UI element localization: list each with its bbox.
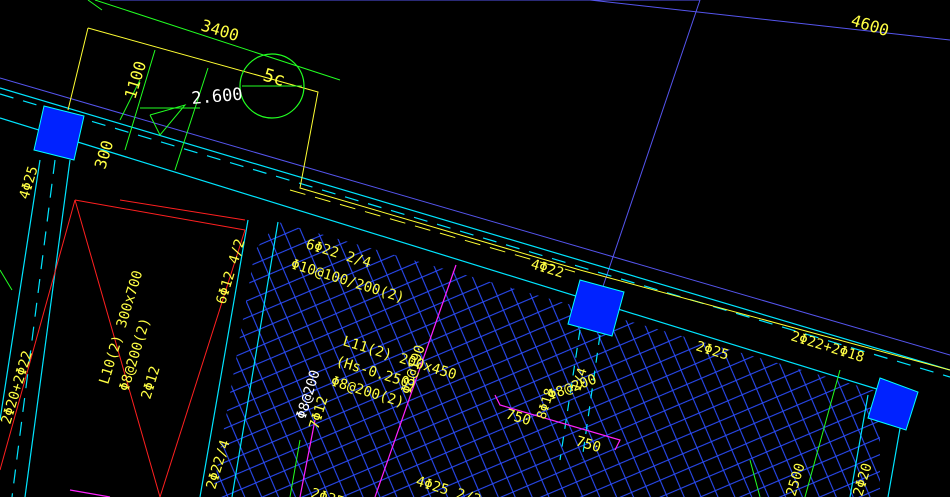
rebar-6phi12: 6Φ12 4/2 [214, 237, 249, 306]
l10-bottom: 2Φ12 [139, 364, 164, 401]
dim-4600: 4600 [849, 11, 891, 40]
column-1 [33, 105, 85, 161]
dim-300: 300 [91, 138, 118, 171]
rebar-4phi25-top: 4Φ25 [17, 164, 42, 201]
section-tag-label: 5c [261, 65, 288, 91]
elevation-value: 2.600 [191, 85, 244, 109]
cad-drawing-canvas[interactable]: 3400 4600 1100 300 2.600 5c 4Φ25 4Φ22 2Φ… [0, 0, 950, 497]
structural-plan-drawing: 3400 4600 1100 300 2.600 5c 4Φ25 4Φ22 2Φ… [0, 0, 950, 497]
